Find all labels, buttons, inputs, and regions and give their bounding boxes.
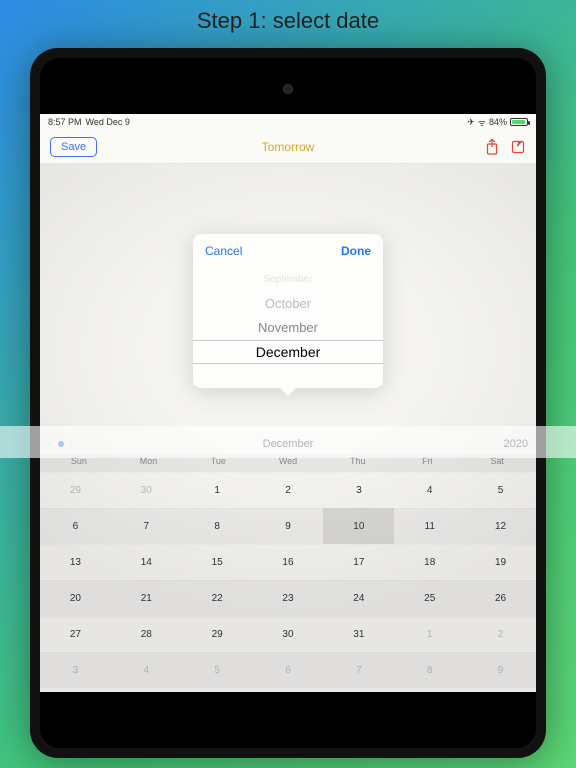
month-picker-popover: Cancel Done September October November D… <box>193 234 383 388</box>
calendar-day[interactable]: 1 <box>182 472 253 508</box>
year-label[interactable]: 2020 <box>504 438 528 450</box>
calendar-day[interactable]: 15 <box>182 544 253 580</box>
cancel-button[interactable]: Cancel <box>205 244 242 258</box>
calendar-day[interactable]: 13 <box>40 544 111 580</box>
picker-item[interactable]: October <box>193 292 383 316</box>
weekday-label: Wed <box>253 456 323 466</box>
calendar-day[interactable]: 28 <box>111 616 182 652</box>
calendar-day[interactable]: 6 <box>253 652 324 688</box>
calendar-day[interactable]: 20 <box>40 580 111 616</box>
calendar-day[interactable]: 31 <box>323 616 394 652</box>
weekday-label: Thu <box>323 456 393 466</box>
calendar-day[interactable]: 11 <box>394 508 465 544</box>
calendar-day[interactable]: 10 <box>323 508 394 544</box>
status-bar: 8:57 PM Wed Dec 9 ✈︎ ᯤ 84% <box>40 114 536 130</box>
weekday-row: SunMonTueWedThuFriSat <box>40 454 536 472</box>
calendar-day[interactable]: 29 <box>182 616 253 652</box>
calendar-day[interactable]: 23 <box>253 580 324 616</box>
month-picker[interactable]: September October November December <box>193 268 383 388</box>
calendar-day[interactable]: 22 <box>182 580 253 616</box>
screen: 8:57 PM Wed Dec 9 ✈︎ ᯤ 84% Save Tomorrow <box>40 114 536 692</box>
calendar-day[interactable]: 4 <box>111 652 182 688</box>
next-month-button[interactable]: › <box>70 438 74 450</box>
calendar-day[interactable]: 3 <box>323 472 394 508</box>
current-dot-icon <box>58 441 64 447</box>
month-label[interactable]: December <box>263 438 314 450</box>
weekday-label: Fri <box>393 456 463 466</box>
nav-bar: Save Tomorrow <box>40 130 536 164</box>
calendar-day[interactable]: 16 <box>253 544 324 580</box>
calendar-day[interactable]: 14 <box>111 544 182 580</box>
calendar-day[interactable]: 1 <box>394 616 465 652</box>
status-date: Wed Dec 9 <box>86 117 130 127</box>
calendar-day[interactable]: 7 <box>323 652 394 688</box>
calendar-day[interactable]: 24 <box>323 580 394 616</box>
battery-pct: 84% <box>489 117 507 127</box>
calendar-day[interactable]: 26 <box>465 580 536 616</box>
weekday-label: Tue <box>183 456 253 466</box>
calendar-day[interactable]: 5 <box>182 652 253 688</box>
wifi-icon: ᯤ <box>478 116 486 129</box>
month-nav: ‹ › December 2020 <box>40 434 536 454</box>
done-button[interactable]: Done <box>341 244 371 258</box>
calendar-day[interactable]: 9 <box>253 508 324 544</box>
calendar-day[interactable]: 27 <box>40 616 111 652</box>
calendar-day[interactable]: 4 <box>394 472 465 508</box>
calendar-day[interactable]: 25 <box>394 580 465 616</box>
calendar-day[interactable]: 18 <box>394 544 465 580</box>
ipad-frame: 8:57 PM Wed Dec 9 ✈︎ ᯤ 84% Save Tomorrow <box>30 48 546 758</box>
calendar-day[interactable]: 7 <box>111 508 182 544</box>
calendar-day[interactable]: 3 <box>40 652 111 688</box>
weekday-label: Sun <box>44 456 114 466</box>
save-button[interactable]: Save <box>50 137 97 157</box>
calendar-day[interactable]: 17 <box>323 544 394 580</box>
battery-icon <box>510 118 528 126</box>
share-icon[interactable] <box>485 139 499 155</box>
nav-title: Tomorrow <box>262 140 315 154</box>
calendar-day[interactable]: 29 <box>40 472 111 508</box>
calendar-day[interactable]: 2 <box>465 616 536 652</box>
calendar-day[interactable]: 12 <box>465 508 536 544</box>
weekday-label: Mon <box>114 456 184 466</box>
calendar-day[interactable]: 21 <box>111 580 182 616</box>
page-title: Step 1: select date <box>0 0 576 42</box>
calendar-day[interactable]: 30 <box>111 472 182 508</box>
calendar-day[interactable]: 6 <box>40 508 111 544</box>
status-time: 8:57 PM <box>48 117 82 127</box>
calendar-grid: 2930123456789101112131415161718192021222… <box>40 472 536 688</box>
calendar-day[interactable]: 8 <box>182 508 253 544</box>
prev-month-button[interactable]: ‹ <box>48 438 52 450</box>
calendar-day[interactable]: 9 <box>465 652 536 688</box>
picker-item[interactable]: November <box>193 316 383 340</box>
airplane-icon: ✈︎ <box>467 117 475 128</box>
calendar-day[interactable]: 5 <box>465 472 536 508</box>
calendar-day[interactable]: 8 <box>394 652 465 688</box>
picker-item[interactable]: September <box>193 268 383 292</box>
calendar-day[interactable]: 30 <box>253 616 324 652</box>
picker-item-selected[interactable]: December <box>193 340 383 364</box>
popover-arrow <box>280 388 296 396</box>
camera-dot <box>283 84 293 94</box>
compose-icon[interactable] <box>511 139 526 154</box>
weekday-label: Sat <box>462 456 532 466</box>
calendar-day[interactable]: 2 <box>253 472 324 508</box>
calendar-day[interactable]: 19 <box>465 544 536 580</box>
